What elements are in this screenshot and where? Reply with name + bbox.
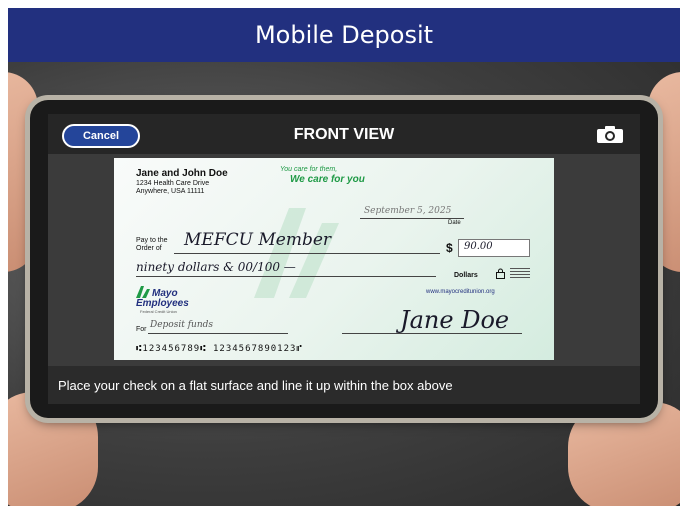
bank-name-3: Federal Credit Union — [140, 309, 177, 314]
page-title: Mobile Deposit — [254, 21, 434, 49]
micr-line: ⑆123456789⑆ 1234567890123⑈ — [136, 344, 303, 354]
screen-topbar: Cancel FRONT VIEW — [48, 114, 640, 154]
bank-logo-icon — [136, 286, 150, 298]
signature: Jane Doe — [400, 306, 510, 334]
tagline-small: You care for them, — [280, 166, 338, 173]
signature-line — [342, 333, 522, 334]
payee-line — [174, 253, 440, 254]
date-label: Date — [448, 220, 461, 226]
website: www.mayocreditunion.org — [426, 289, 495, 295]
date-line — [360, 218, 464, 219]
amount-value: 90.00 — [464, 241, 493, 252]
tagline-big: We care for you — [290, 174, 365, 185]
lock-icon — [496, 268, 505, 279]
memo-label: For — [136, 326, 147, 333]
security-note — [510, 268, 530, 280]
dollar-sign: $ — [446, 241, 453, 255]
memo-value: Deposit funds — [150, 320, 213, 330]
phone-screen: Cancel FRONT VIEW Jane and John Doe 1234… — [48, 114, 640, 404]
view-title: FRONT VIEW — [293, 126, 395, 143]
photo-scene: Cancel FRONT VIEW Jane and John Doe 1234… — [8, 62, 680, 506]
written-amount: ninety dollars & 00/100 — — [136, 260, 296, 274]
memo-line — [148, 333, 288, 334]
owner-address-1: 1234 Health Care Drive — [136, 180, 210, 187]
pay-to-label-1: Pay to the — [136, 237, 168, 244]
bank-name-2: Employees — [136, 298, 189, 309]
owner-name: Jane and John Doe — [136, 168, 228, 179]
date-value: September 5, 2025 — [364, 206, 452, 216]
written-amount-line — [136, 276, 436, 277]
check-image: Jane and John Doe 1234 Health Care Drive… — [114, 158, 554, 360]
owner-address-2: Anywhere, USA 11111 — [136, 188, 205, 195]
instruction-text: Place your check on a flat surface and l… — [48, 366, 640, 404]
payee-value: MEFCU Member — [184, 230, 332, 250]
phone-device: Cancel FRONT VIEW Jane and John Doe 1234… — [30, 100, 658, 418]
dollars-label: Dollars — [454, 272, 478, 279]
camera-icon[interactable] — [596, 126, 624, 144]
page-header: Mobile Deposit — [8, 8, 680, 62]
pay-to-label-2: Order of — [136, 245, 162, 252]
